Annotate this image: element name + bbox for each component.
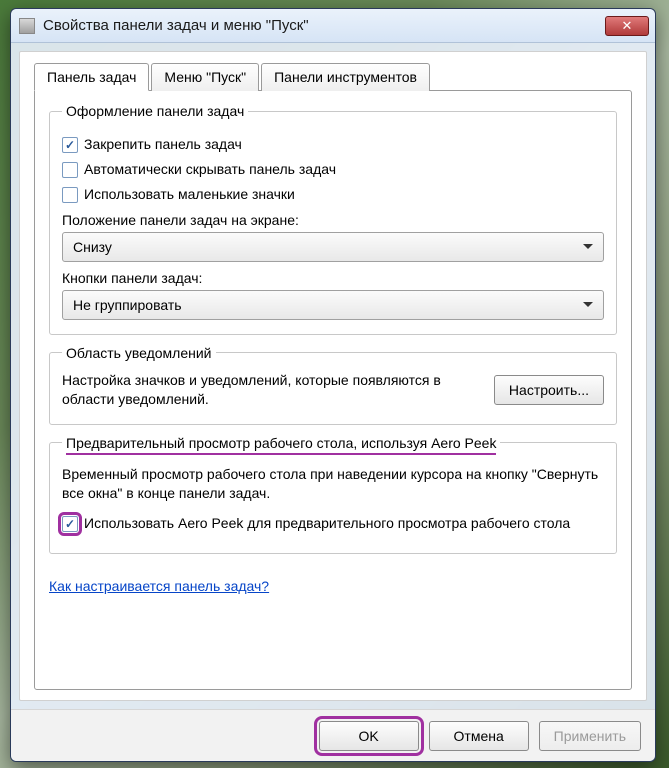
- titlebar: Свойства панели задач и меню "Пуск" ✕: [11, 9, 655, 43]
- group-aero-peek: Предварительный просмотр рабочего стола,…: [49, 435, 617, 554]
- checkbox-small-icons[interactable]: [62, 187, 78, 203]
- tabs: Панель задач Меню "Пуск" Панели инструме…: [34, 63, 632, 91]
- ok-button[interactable]: OK: [319, 721, 419, 751]
- chevron-down-icon: [583, 302, 593, 307]
- customize-button[interactable]: Настроить...: [494, 375, 604, 405]
- content-area: Панель задач Меню "Пуск" Панели инструме…: [19, 51, 647, 701]
- checkbox-autohide[interactable]: [62, 162, 78, 178]
- group-notifications-legend: Область уведомлений: [62, 345, 216, 361]
- help-link[interactable]: Как настраивается панель задач?: [49, 578, 269, 594]
- row-notifications: Настройка значков и уведомлений, которые…: [62, 371, 604, 410]
- tab-start-menu[interactable]: Меню "Пуск": [151, 63, 259, 91]
- select-position-value: Снизу: [73, 239, 112, 255]
- group-notifications: Область уведомлений Настройка значков и …: [49, 345, 617, 425]
- select-buttons[interactable]: Не группировать: [62, 290, 604, 320]
- footer: OK Отмена Применить: [11, 709, 655, 761]
- aero-legend-text: Предварительный просмотр рабочего стола,…: [66, 435, 496, 455]
- close-button[interactable]: ✕: [605, 16, 649, 36]
- aero-description: Временный просмотр рабочего стола при на…: [62, 465, 604, 504]
- label-small-icons: Использовать маленькие значки: [84, 185, 295, 204]
- row-autohide: Автоматически скрывать панель задач: [62, 160, 604, 179]
- row-aero-peek: Использовать Aero Peek для предварительн…: [62, 514, 604, 533]
- group-aero-legend: Предварительный просмотр рабочего стола,…: [62, 435, 500, 451]
- select-position[interactable]: Снизу: [62, 232, 604, 262]
- window-title: Свойства панели задач и меню "Пуск": [43, 17, 605, 34]
- select-buttons-value: Не группировать: [73, 297, 182, 313]
- row-small-icons: Использовать маленькие значки: [62, 185, 604, 204]
- tab-taskbar[interactable]: Панель задач: [34, 63, 149, 91]
- group-appearance: Оформление панели задач Закрепить панель…: [49, 103, 617, 335]
- label-buttons: Кнопки панели задач:: [62, 270, 604, 286]
- app-icon: [19, 18, 35, 34]
- notifications-text: Настройка значков и уведомлений, которые…: [62, 371, 482, 410]
- cancel-button[interactable]: Отмена: [429, 721, 529, 751]
- group-appearance-legend: Оформление панели задач: [62, 103, 248, 119]
- tab-body: Оформление панели задач Закрепить панель…: [34, 90, 632, 690]
- apply-button[interactable]: Применить: [539, 721, 641, 751]
- chevron-down-icon: [583, 244, 593, 249]
- dialog-window: Свойства панели задач и меню "Пуск" ✕ Па…: [10, 8, 656, 762]
- label-aero-peek: Использовать Aero Peek для предварительн…: [84, 514, 570, 533]
- checkbox-lock-taskbar[interactable]: [62, 137, 78, 153]
- tab-toolbars[interactable]: Панели инструментов: [261, 63, 430, 91]
- label-autohide: Автоматически скрывать панель задач: [84, 160, 336, 179]
- label-lock-taskbar: Закрепить панель задач: [84, 135, 242, 154]
- checkbox-aero-peek[interactable]: [62, 516, 78, 532]
- close-icon: ✕: [622, 18, 633, 34]
- label-position: Положение панели задач на экране:: [62, 212, 604, 228]
- row-lock-taskbar: Закрепить панель задач: [62, 135, 604, 154]
